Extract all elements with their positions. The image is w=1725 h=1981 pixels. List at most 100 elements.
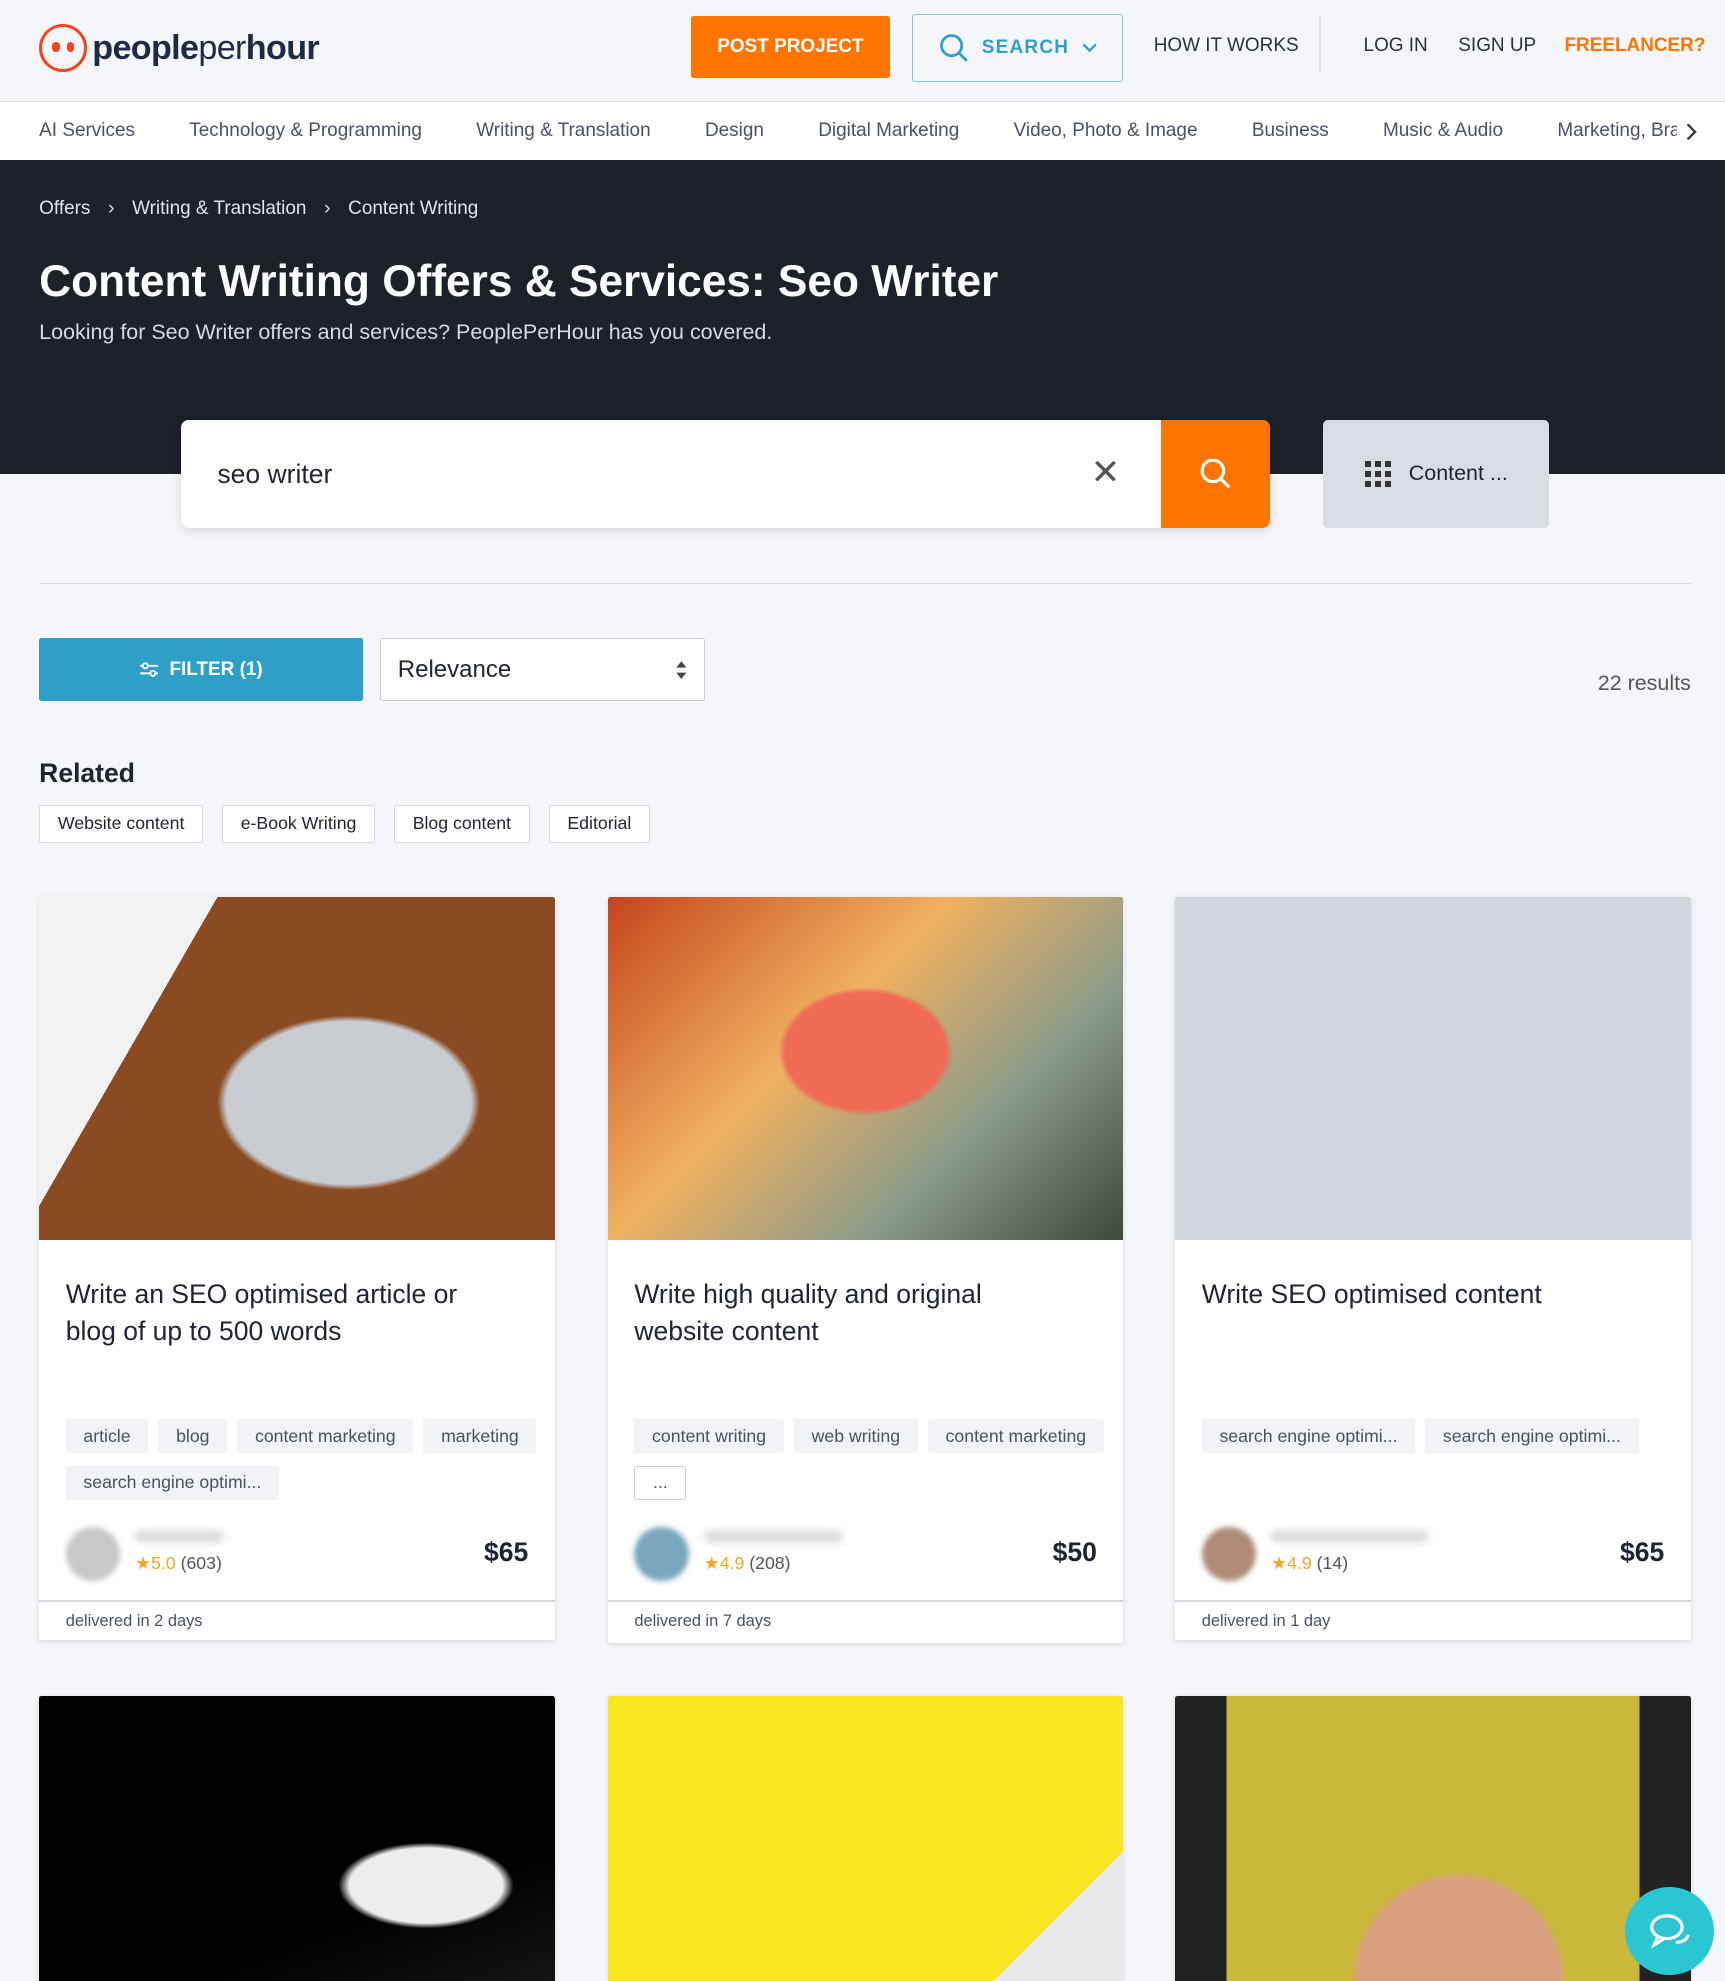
seller-name-blurred	[1271, 1530, 1430, 1543]
category-select-label: Content ...	[1408, 461, 1508, 486]
category-select-button[interactable]: Content ...	[1323, 419, 1550, 529]
seller-info: ★5.0 (603) $65	[65, 1526, 529, 1583]
offer-tag[interactable]: search engine optimi...	[65, 1465, 280, 1500]
offer-card[interactable]	[39, 1695, 555, 1981]
divider	[39, 582, 1691, 584]
category-writing[interactable]: Writing & Translation	[476, 120, 650, 142]
sliders-icon	[140, 662, 159, 677]
chevron-down-icon	[1082, 43, 1097, 53]
category-design[interactable]: Design	[705, 120, 764, 142]
logo-text: per	[198, 28, 246, 67]
search-bar: seo writer ✕	[180, 419, 1270, 529]
offer-title[interactable]: Write an SEO optimised article or blog o…	[66, 1276, 505, 1349]
category-technology[interactable]: Technology & Programming	[189, 120, 422, 142]
seller-info: ★4.9 (14) $65	[1201, 1526, 1665, 1583]
filter-button[interactable]: FILTER (1)	[39, 638, 363, 702]
search-icon	[939, 33, 968, 62]
post-project-button[interactable]: POST PROJECT	[691, 16, 890, 79]
more-tags-button[interactable]: ...	[634, 1465, 687, 1500]
related-chip[interactable]: Editorial	[548, 804, 650, 843]
seller-info: ★4.9 (208) $50	[634, 1526, 1097, 1583]
offer-tag[interactable]: search engine optimi...	[1425, 1419, 1639, 1454]
offer-tag[interactable]: content writing	[634, 1419, 784, 1454]
category-marketing[interactable]: Marketing, Bra	[1557, 120, 1677, 142]
breadcrumb: Offers › Writing & Translation › Content W…	[39, 198, 478, 220]
rating: 5.0	[151, 1553, 176, 1574]
clear-icon[interactable]: ✕	[1091, 452, 1121, 493]
related-chip[interactable]: Blog content	[394, 804, 530, 843]
chat-icon	[1650, 1914, 1690, 1949]
offer-tag[interactable]: content marketing	[237, 1419, 414, 1454]
offer-tag[interactable]: web writing	[793, 1419, 918, 1454]
star-icon: ★	[1271, 1553, 1288, 1574]
chat-button[interactable]	[1625, 1886, 1714, 1976]
rating: 4.9	[719, 1553, 745, 1574]
page-subtitle: Looking for Seo Writer offers and servic…	[39, 319, 773, 344]
sort-select[interactable]: Relevance	[380, 638, 706, 702]
page-title: Content Writing Offers & Services: Seo W…	[39, 256, 999, 306]
offer-tag[interactable]: blog	[158, 1419, 228, 1454]
seller-name-blurred	[135, 1530, 224, 1543]
offer-tag[interactable]: article	[65, 1419, 149, 1454]
search-submit-button[interactable]	[1161, 419, 1270, 529]
category-business[interactable]: Business	[1252, 120, 1329, 142]
offer-image	[1175, 1695, 1691, 1981]
offer-card[interactable]: Write high quality and original website …	[607, 897, 1124, 1643]
offer-card[interactable]	[607, 1695, 1124, 1981]
rating: 4.9	[1287, 1553, 1312, 1574]
offer-image	[39, 897, 555, 1240]
offer-tag[interactable]: marketing	[423, 1419, 537, 1454]
star-icon: ★	[135, 1553, 152, 1574]
price: $65	[1620, 1536, 1665, 1567]
delivery-time: delivered in 1 day	[1175, 1599, 1691, 1640]
avatar[interactable]	[634, 1526, 689, 1581]
chevron-right-icon: ›	[108, 198, 115, 220]
category-video[interactable]: Video, Photo & Image	[1014, 120, 1198, 142]
star-icon: ★	[703, 1553, 720, 1574]
avatar[interactable]	[65, 1526, 121, 1581]
category-digital-marketing[interactable]: Digital Marketing	[818, 120, 959, 142]
results-count: 22 results	[1597, 671, 1691, 696]
divider	[1319, 15, 1321, 74]
logo-text: hour	[245, 28, 320, 67]
price: $65	[483, 1536, 529, 1567]
breadcrumb-writing[interactable]: Writing & Translation	[132, 198, 306, 220]
offer-tag[interactable]: content marketing	[927, 1419, 1104, 1454]
related-chip[interactable]: Website content	[39, 804, 204, 843]
offer-tag[interactable]: search engine optimi...	[1201, 1419, 1416, 1454]
related-chips: Website content e-Book Writing Blog cont…	[39, 804, 650, 843]
chevron-right-icon: ›	[324, 198, 331, 220]
price: $50	[1052, 1536, 1097, 1567]
delivery-time: delivered in 7 days	[607, 1599, 1124, 1640]
review-count: (603)	[180, 1553, 222, 1574]
logo-text: people	[92, 28, 199, 67]
filter-label: FILTER (1)	[169, 658, 263, 680]
freelancer-link[interactable]: FREELANCER?	[1564, 35, 1705, 57]
how-it-works-link[interactable]: HOW IT WORKS	[1154, 35, 1299, 57]
offer-image	[1175, 897, 1691, 1240]
category-music[interactable]: Music & Audio	[1383, 120, 1503, 142]
avatar[interactable]	[1201, 1526, 1257, 1581]
offer-image	[39, 1695, 555, 1981]
logo-face-icon	[39, 24, 88, 73]
offer-title[interactable]: Write high quality and original website …	[634, 1276, 1073, 1349]
breadcrumb-offers[interactable]: Offers	[39, 198, 90, 220]
review-count: (14)	[1316, 1553, 1349, 1574]
search-dropdown-button[interactable]: SEARCH	[912, 13, 1124, 83]
offer-title[interactable]: Write SEO optimised content	[1202, 1276, 1641, 1313]
offer-card[interactable]: Write an SEO optimised article or blog o…	[39, 897, 555, 1641]
offer-card[interactable]: Write SEO optimised content search engin…	[1175, 897, 1691, 1641]
sort-value: Relevance	[397, 655, 512, 683]
offer-image	[607, 1695, 1124, 1981]
breadcrumb-content-writing[interactable]: Content Writing	[348, 198, 478, 220]
log-in-link[interactable]: LOG IN	[1364, 35, 1428, 57]
offer-card[interactable]	[1175, 1695, 1691, 1981]
related-chip[interactable]: e-Book Writing	[222, 804, 376, 843]
delivery-time: delivered in 2 days	[39, 1599, 555, 1640]
search-input[interactable]: seo writer	[217, 459, 332, 490]
search-label: SEARCH	[981, 37, 1070, 58]
category-ai-services[interactable]: AI Services	[39, 120, 135, 142]
logo[interactable]: peopleperhour	[39, 24, 320, 73]
sign-up-link[interactable]: SIGN UP	[1458, 35, 1536, 57]
chevron-right-icon[interactable]	[1685, 123, 1698, 141]
